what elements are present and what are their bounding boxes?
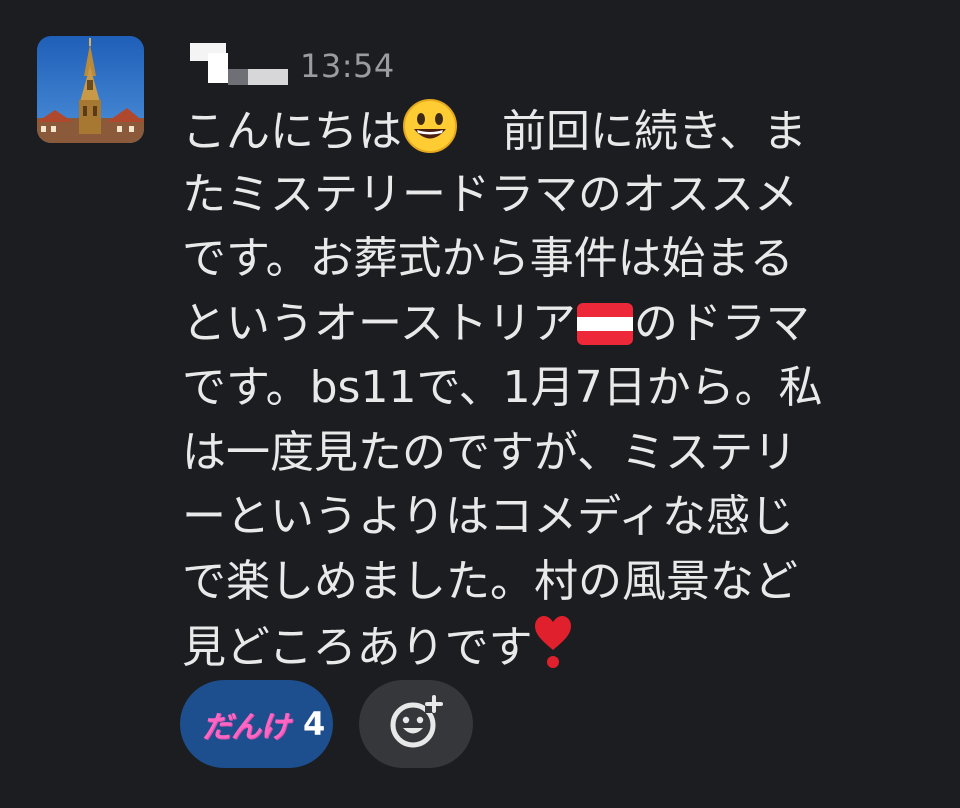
- message-line: というオーストリア のドラマ: [182, 292, 912, 357]
- smiley-icon: [402, 98, 458, 173]
- message-line: 見どころありです: [182, 614, 912, 679]
- message-line: こんにちは 前回に続き、ま: [182, 98, 912, 163]
- message-line: は一度見たのですが、ミステリ: [182, 426, 798, 478]
- reaction-bar: だんけ 4: [180, 680, 473, 768]
- redacted-username[interactable]: [190, 43, 290, 89]
- message-body: こんにちは 前回に続き、ま たミステリードラマのオススメ です。お葬式から事件は…: [182, 98, 912, 679]
- avatar-image: [37, 36, 144, 143]
- message-line: で楽しめました。村の風景など: [182, 555, 798, 607]
- message-line: たミステリードラマのオススメ: [182, 168, 798, 220]
- message-line: です。bs11で、1月7日から。私: [182, 362, 823, 413]
- add-reaction-button[interactable]: [359, 680, 473, 768]
- message-timestamp[interactable]: 13:54: [300, 47, 395, 85]
- user-avatar[interactable]: [37, 36, 144, 143]
- message-header: 13:54: [190, 38, 395, 94]
- chat-message: 13:54 こんにちは 前回に続き、ま たミステリードラマのオススメ です。お葬…: [0, 0, 960, 808]
- message-line: ーというよりはコメディな感じ: [182, 491, 795, 542]
- danke-custom-emoji: だんけ: [202, 710, 290, 745]
- add-reaction-icon: [387, 693, 445, 755]
- reaction-danke[interactable]: だんけ 4: [180, 680, 333, 768]
- message-line: です。お葬式から事件は始まる: [182, 233, 794, 284]
- heart-exclamation-icon: [533, 614, 573, 689]
- reaction-count: 4: [303, 705, 326, 743]
- austria-flag-icon: [576, 300, 634, 365]
